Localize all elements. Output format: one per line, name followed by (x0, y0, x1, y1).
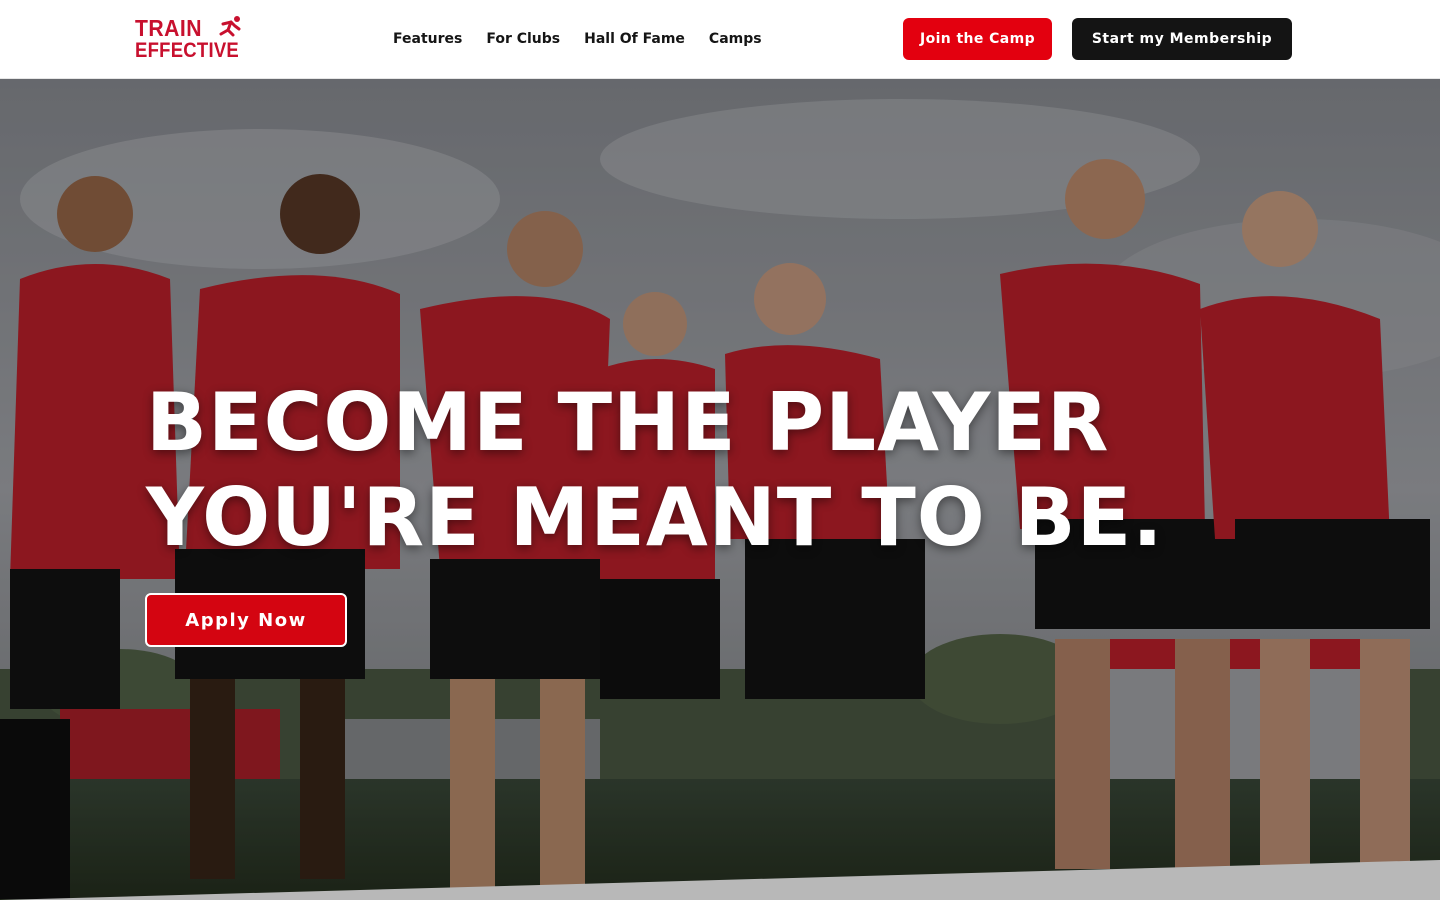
main-nav: Features For Clubs Hall Of Fame Camps (393, 29, 762, 49)
apply-now-button[interactable]: Apply Now (145, 593, 347, 647)
nav-item-for-clubs[interactable]: For Clubs (486, 29, 560, 49)
nav-item-camps[interactable]: Camps (709, 29, 762, 49)
logo-line-1: TRAIN (135, 15, 202, 41)
join-camp-button[interactable]: Join the Camp (903, 18, 1052, 60)
site-header: TRAIN EFFECTIVE Features For Clubs Hall … (0, 0, 1440, 79)
hero-headline-line-1: BECOME THE PLAYER (146, 376, 1110, 469)
hero-section: BECOME THE PLAYER YOU'RE MEANT TO BE. Ap… (0, 79, 1440, 900)
train-effective-logo[interactable]: TRAIN EFFECTIVE (135, 15, 243, 63)
hero-headline-line-2: YOU'RE MEANT TO BE. (146, 471, 1164, 564)
nav-item-hall-of-fame[interactable]: Hall Of Fame (584, 29, 685, 49)
hero-headline: BECOME THE PLAYER YOU'RE MEANT TO BE. (146, 375, 1346, 565)
logo-line-2: EFFECTIVE (135, 39, 240, 62)
runner-icon (219, 16, 241, 37)
nav-item-features[interactable]: Features (393, 29, 462, 49)
start-membership-button[interactable]: Start my Membership (1072, 18, 1292, 60)
